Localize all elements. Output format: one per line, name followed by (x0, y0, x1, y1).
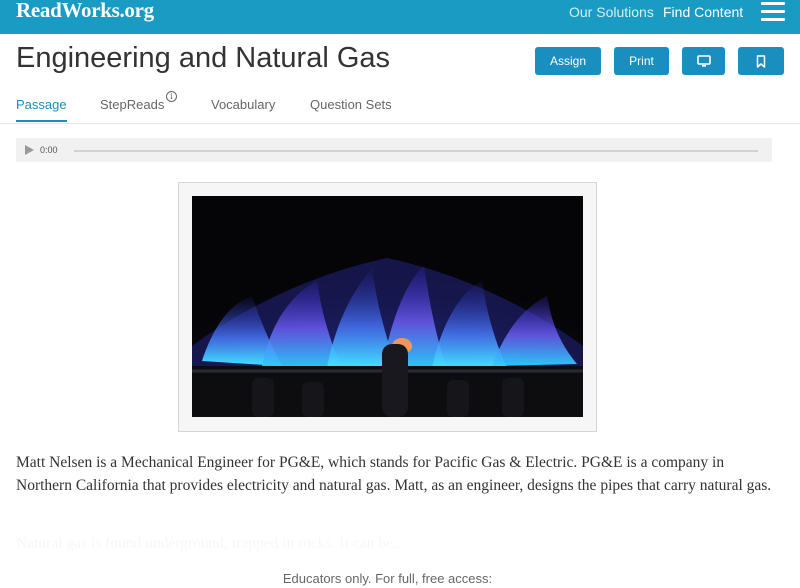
top-bar: ReadWorks.org Our Solutions Find Content (0, 0, 800, 34)
page-title: Engineering and Natural Gas (16, 42, 391, 74)
gas-flame-image (192, 196, 583, 417)
paywall-message: Educators only. For full, free access: (282, 571, 493, 586)
audio-time: 0:00 (40, 145, 58, 155)
print-button[interactable]: Print (614, 47, 669, 75)
nav-our-solutions[interactable]: Our Solutions (569, 4, 654, 20)
passage-paragraph-2: Natural gas is found underground, trappe… (16, 535, 405, 552)
assign-button[interactable]: Assign (535, 47, 601, 75)
present-button[interactable] (682, 47, 725, 75)
info-icon[interactable]: i (166, 91, 177, 102)
play-icon[interactable] (25, 145, 34, 155)
tab-question-sets[interactable]: Question Sets (310, 97, 392, 112)
audio-player: 0:00 (16, 138, 772, 162)
readworks-logo[interactable]: ReadWorks.org (16, 0, 154, 23)
passage-image-frame (178, 182, 597, 432)
tab-vocabulary[interactable]: Vocabulary (211, 97, 275, 112)
nav-find-content[interactable]: Find Content (663, 4, 743, 20)
bookmark-button[interactable] (738, 47, 784, 75)
tab-passage[interactable]: Passage (16, 97, 67, 112)
passage-paragraph-1: Matt Nelsen is a Mechanical Engineer for… (16, 454, 772, 494)
audio-progress-track[interactable] (74, 150, 758, 152)
tab-stepreads[interactable]: StepReads (100, 97, 164, 112)
monitor-icon (696, 55, 711, 67)
bookmark-icon (756, 54, 766, 68)
hamburger-menu-icon[interactable] (761, 2, 785, 22)
tabs-divider (0, 123, 800, 124)
active-tab-indicator (16, 120, 67, 122)
